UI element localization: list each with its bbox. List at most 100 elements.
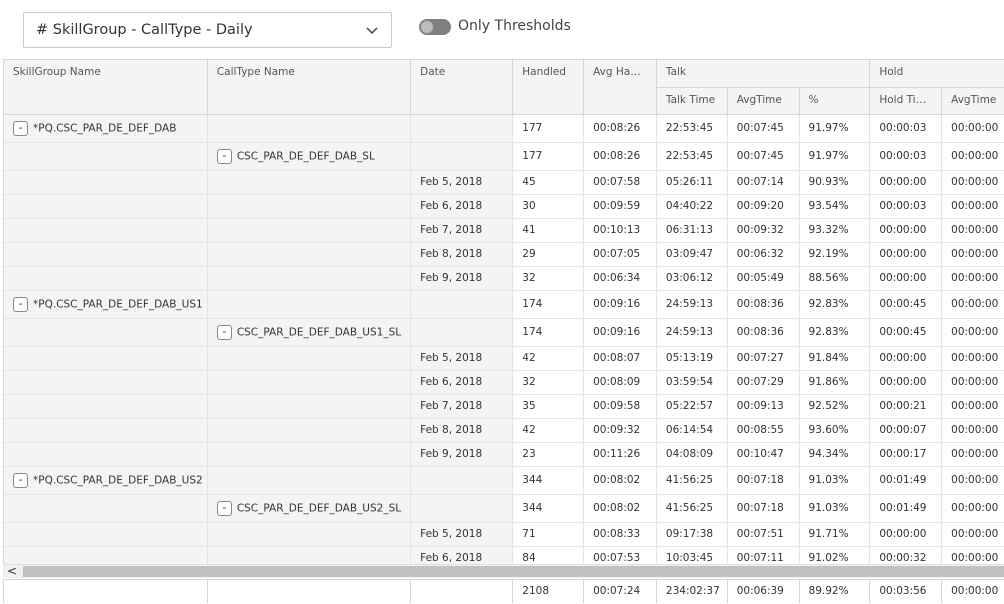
col-header-hold-time[interactable]: Hold Time: [869, 87, 943, 115]
date-cell: Feb 7, 2018: [410, 218, 514, 243]
table-row[interactable]: Feb 8, 2018 42 00:09:32 06:14:54 00:08:55 93.…: [4, 418, 1004, 443]
talk-time-cell: 09:17:38: [656, 522, 728, 547]
table-row[interactable]: Feb 7, 2018 35 00:09:58 05:22:57 00:09:13 92.…: [4, 394, 1004, 419]
table-row[interactable]: Feb 6, 2018 32 00:08:09 03:59:54 00:07:29 91.…: [4, 370, 1004, 395]
hold-time-cell: 00:00:00: [869, 370, 943, 395]
date-cell: [410, 494, 514, 523]
talk-pct-cell: 91.97%: [799, 142, 871, 171]
calltype-cell: [207, 194, 412, 219]
table-row[interactable]: Feb 8, 2018 29 00:07:05 03:09:47 00:06:32 92.…: [4, 242, 1004, 267]
table-row[interactable]: Feb 5, 2018 45 00:07:58 05:26:11 00:07:14 90.…: [4, 170, 1004, 195]
talk-avg-cell: 00:08:55: [727, 418, 800, 443]
avg-handle-cell: 00:08:26: [583, 114, 657, 143]
totals-talk-avg: 00:06:39: [727, 580, 800, 603]
collapse-toggle-button[interactable]: -: [13, 296, 28, 312]
talk-avg-cell: 00:10:47: [727, 442, 800, 467]
table-row[interactable]: - *PQ.CSC_PAR_DE_DEF_DAB_US1 174 00:09:16 24…: [4, 290, 1004, 319]
avg-handle-cell: 00:08:33: [583, 522, 657, 547]
hold-time-cell: 00:01:49: [869, 466, 943, 495]
skillgroup-cell: [4, 522, 208, 547]
handled-cell: 174: [512, 318, 585, 347]
table-row[interactable]: Feb 6, 2018 30 00:09:59 04:40:22 00:09:20 93.…: [4, 194, 1004, 219]
calltype-cell: [207, 114, 412, 143]
handled-cell: 32: [512, 266, 585, 291]
table-row[interactable]: - CSC_PAR_DE_DEF_DAB_SL 177 00:08:26 22:53:4…: [4, 142, 1004, 171]
collapse-toggle-button[interactable]: -: [216, 500, 232, 516]
talk-time-cell: 03:09:47: [656, 242, 728, 267]
col-header-handled[interactable]: Handled: [512, 60, 585, 115]
totals-table: 2108 00:07:24 234:02:37 00:06:39 89.92% …: [4, 580, 1004, 603]
table-row[interactable]: Feb 5, 2018 71 00:08:33 09:17:38 00:07:51 91.…: [4, 522, 1004, 547]
collapse-toggle-button[interactable]: -: [13, 120, 28, 136]
collapse-toggle-button[interactable]: -: [216, 148, 232, 164]
handled-cell: 32: [512, 370, 585, 395]
talk-avg-cell: 00:07:51: [727, 522, 800, 547]
hold-avg-cell: 00:00:00: [941, 142, 1004, 171]
handled-cell: 344: [512, 466, 585, 495]
table-row[interactable]: - *PQ.CSC_PAR_DE_DEF_DAB_US2 344 00:08:02 41…: [4, 466, 1004, 495]
col-header-date[interactable]: Date: [410, 60, 514, 115]
talk-pct-cell: 92.19%: [799, 242, 871, 267]
avg-handle-cell: 00:09:58: [583, 394, 657, 419]
report-selector-dropdown[interactable]: # SkillGroup - CallType - Daily: [23, 12, 392, 48]
totals-handled: 2108: [512, 580, 585, 603]
table-row[interactable]: Feb 6, 2018 84 00:07:53 10:03:45 00:07:11 91.…: [4, 546, 1004, 564]
handled-cell: 177: [512, 114, 585, 143]
hold-time-cell: 00:00:32: [869, 546, 943, 564]
col-header-skillgroup[interactable]: SkillGroup Name: [4, 60, 208, 115]
hold-avg-cell: 00:00:00: [941, 370, 1004, 395]
only-thresholds-toggle[interactable]: [419, 19, 451, 35]
skillgroup-cell: [4, 318, 208, 347]
table-row[interactable]: - *PQ.CSC_PAR_DE_DEF_DAB 177 00:08:26 22:53:…: [4, 114, 1004, 143]
talk-time-cell: 06:14:54: [656, 418, 728, 443]
totals-row: 2108 00:07:24 234:02:37 00:06:39 89.92% …: [3, 579, 1004, 603]
scrollbar-thumb[interactable]: [23, 566, 1004, 577]
hold-avg-cell: 00:00:00: [941, 522, 1004, 547]
skillgroup-cell: [4, 170, 208, 195]
col-group-hold: Hold: [869, 60, 1004, 88]
totals-skillgroup-cell: [4, 580, 208, 603]
talk-time-cell: 03:06:12: [656, 266, 728, 291]
talk-avg-cell: 00:05:49: [727, 266, 800, 291]
report-grid: SkillGroup Name CallType Name Date Handl…: [3, 59, 1004, 564]
col-header-talk-pct[interactable]: %: [799, 87, 871, 115]
talk-avg-cell: 00:07:11: [727, 546, 800, 564]
avg-handle-cell: 00:07:58: [583, 170, 657, 195]
col-header-calltype[interactable]: CallType Name: [207, 60, 412, 115]
table-row[interactable]: Feb 9, 2018 23 00:11:26 04:08:09 00:10:47 94.…: [4, 442, 1004, 467]
calltype-cell: [207, 442, 412, 467]
avg-handle-cell: 00:08:02: [583, 466, 657, 495]
col-header-hold-avg[interactable]: AvgTime: [941, 87, 1004, 115]
hold-time-cell: 00:00:17: [869, 442, 943, 467]
col-header-talk-time[interactable]: Talk Time: [656, 87, 728, 115]
skillgroup-cell: [4, 242, 208, 267]
toolbar: # SkillGroup - CallType - Daily Only Thr…: [0, 0, 1004, 56]
totals-avg-handle: 00:07:24: [583, 580, 657, 603]
avg-handle-cell: 00:08:02: [583, 494, 657, 523]
hold-avg-cell: 00:00:00: [941, 194, 1004, 219]
col-header-talk-avg[interactable]: AvgTime: [727, 87, 800, 115]
table-row[interactable]: Feb 9, 2018 32 00:06:34 03:06:12 00:05:49 88.…: [4, 266, 1004, 291]
horizontal-scrollbar[interactable]: <: [3, 564, 1004, 578]
collapse-toggle-button[interactable]: -: [13, 472, 28, 488]
table-row[interactable]: Feb 7, 2018 41 00:10:13 06:31:13 00:09:32 93.…: [4, 218, 1004, 243]
report-view: # SkillGroup - CallType - Daily Only Thr…: [0, 0, 1004, 604]
hold-time-cell: 00:00:00: [869, 170, 943, 195]
table-row[interactable]: - CSC_PAR_DE_DEF_DAB_US1_SL 174 00:09:16 24:…: [4, 318, 1004, 347]
table-row[interactable]: - CSC_PAR_DE_DEF_DAB_US2_SL 344 00:08:02 41:…: [4, 494, 1004, 523]
date-cell: [410, 290, 514, 319]
hold-time-cell: 00:00:45: [869, 318, 943, 347]
talk-avg-cell: 00:08:36: [727, 290, 800, 319]
col-header-avg-handle[interactable]: Avg Handl...: [583, 60, 657, 115]
hold-avg-cell: 00:00:00: [941, 318, 1004, 347]
scroll-left-icon[interactable]: <: [7, 565, 17, 578]
hold-avg-cell: 00:00:00: [941, 394, 1004, 419]
talk-pct-cell: 94.34%: [799, 442, 871, 467]
talk-pct-cell: 91.71%: [799, 522, 871, 547]
collapse-toggle-button[interactable]: -: [216, 324, 232, 340]
avg-handle-cell: 00:11:26: [583, 442, 657, 467]
avg-handle-cell: 00:09:16: [583, 290, 657, 319]
table-row[interactable]: Feb 5, 2018 42 00:08:07 05:13:19 00:07:27 91.…: [4, 346, 1004, 371]
talk-pct-cell: 91.84%: [799, 346, 871, 371]
talk-avg-cell: 00:07:45: [727, 114, 800, 143]
